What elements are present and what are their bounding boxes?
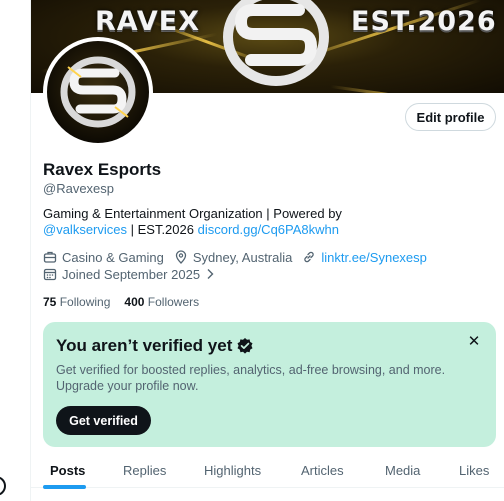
category-item: Casino & Gaming (43, 250, 164, 265)
link-icon (304, 251, 315, 263)
bio-mention-link[interactable]: @valkservices (43, 222, 127, 237)
close-icon[interactable]: ✕ (466, 334, 482, 350)
tab-likes[interactable]: Likes (459, 452, 489, 488)
followers-link[interactable]: 400 Followers (124, 295, 199, 309)
tab-articles[interactable]: Articles (301, 452, 344, 488)
bio-text: Gaming & Entertainment Organization | Po… (43, 206, 342, 221)
verification-title-text: You aren’t verified yet (56, 336, 233, 355)
avatar[interactable] (43, 37, 153, 147)
banner-logo-icon (223, 0, 329, 86)
following-count: 75 (43, 295, 57, 309)
banner-text-right: EST.2026 (351, 6, 497, 37)
profile-meta-row: Casino & Gaming Sydney, Australia linktr… (43, 249, 437, 265)
tab-highlights[interactable]: Highlights (204, 452, 261, 488)
location-pin-icon (175, 250, 187, 264)
bio-separator: | EST.2026 (127, 222, 198, 237)
tab-posts[interactable]: Posts (50, 452, 85, 488)
avatar-logo-icon (60, 56, 136, 128)
joined-text: Joined September 2025 (62, 266, 201, 282)
verified-badge-icon (237, 338, 253, 354)
active-tab-indicator (43, 485, 86, 489)
location-item: Sydney, Australia (174, 250, 292, 265)
tab-media[interactable]: Media (385, 452, 420, 488)
profile-tabs: Posts Replies Highlights Articles Media … (31, 452, 504, 489)
followers-count: 400 (124, 295, 145, 309)
website-link[interactable]: linktr.ee/Synexesp (321, 250, 427, 265)
edit-profile-button[interactable]: Edit profile (405, 103, 496, 131)
follow-stats: 75 Following 400 Followers (43, 295, 213, 309)
joined-item[interactable]: Joined September 2025 (43, 267, 217, 282)
following-link[interactable]: 75 Following (43, 295, 110, 309)
bio-discord-link[interactable]: discord.gg/Cq6PA8kwhn (198, 222, 339, 237)
chevron-right-icon (207, 269, 214, 279)
verification-card: You aren’t verified yet ✕ Get verified f… (43, 322, 496, 447)
banner-streak (330, 85, 490, 93)
following-label: Following (59, 295, 111, 309)
profile-bio: Gaming & Entertainment Organization | Po… (43, 206, 463, 238)
get-verified-button[interactable]: Get verified (56, 406, 151, 435)
verification-title: You aren’t verified yet (56, 336, 254, 356)
profile-page: RAVEX EST.2026 Edit profile Ravex Esport… (31, 0, 504, 501)
left-navigation-rail (0, 0, 31, 501)
website-item[interactable]: linktr.ee/Synexesp (302, 250, 427, 265)
nav-icon-fragment[interactable] (0, 476, 6, 496)
followers-label: Followers (147, 295, 200, 309)
profile-name: Ravex Esports (43, 160, 162, 179)
briefcase-icon (43, 251, 57, 263)
tab-replies[interactable]: Replies (123, 452, 166, 488)
profile-handle: @Ravexesp (43, 181, 115, 196)
joined-row[interactable]: Joined September 2025 (43, 266, 227, 282)
location-text: Sydney, Australia (192, 249, 293, 265)
calendar-icon (43, 268, 57, 281)
verification-description: Get verified for boosted replies, analyt… (56, 363, 446, 393)
category-text: Casino & Gaming (62, 249, 164, 265)
banner-text-left: RAVEX (95, 6, 201, 37)
